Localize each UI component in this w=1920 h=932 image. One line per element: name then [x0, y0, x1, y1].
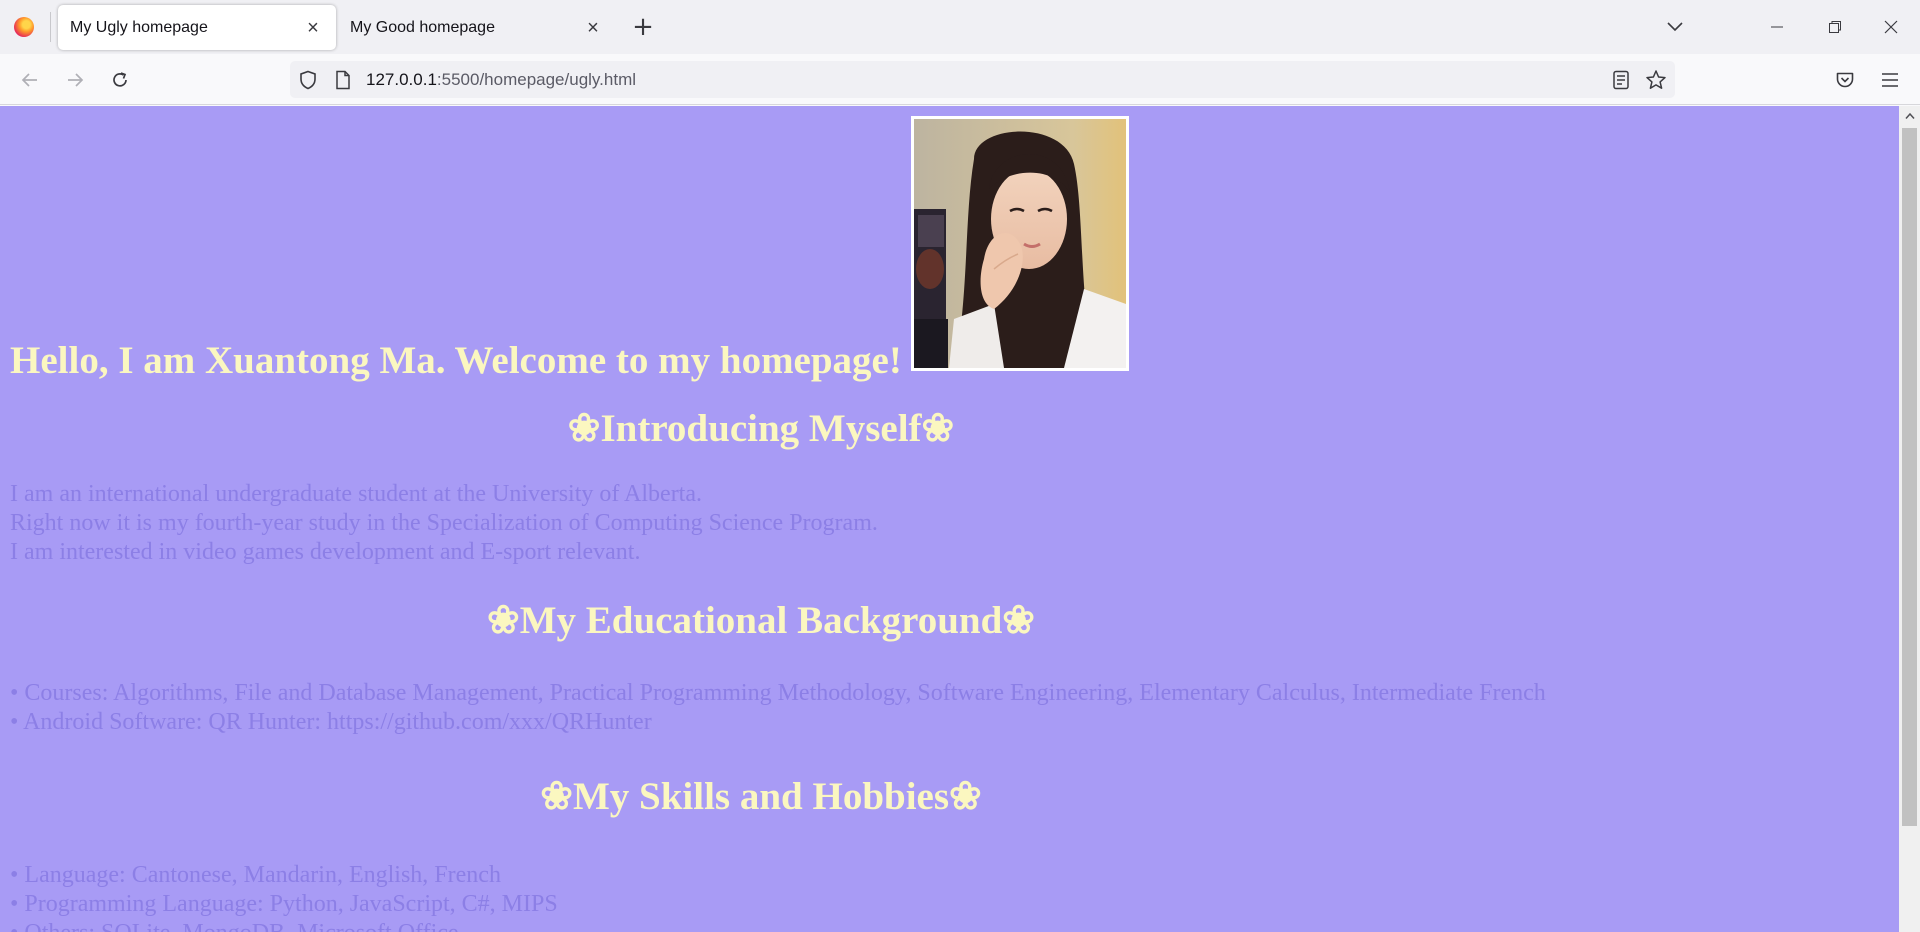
firefox-logo-icon[interactable]	[14, 17, 34, 37]
tab-title: My Good homepage	[350, 18, 495, 36]
page-title: Hello, I am Xuantong Ma. Welcome to my h…	[10, 339, 902, 382]
page-icon[interactable]	[332, 69, 354, 91]
close-icon[interactable]: ×	[582, 17, 604, 39]
list-item: • Courses: Algorithms, File and Database…	[10, 680, 1546, 706]
address-bar[interactable]: 127.0.0.1:5500/homepage/ugly.html	[290, 61, 1675, 98]
list-item: • Language: Cantonese, Mandarin, English…	[10, 862, 501, 888]
scrollbar-thumb[interactable]	[1902, 128, 1917, 826]
profile-photo	[911, 116, 1129, 371]
list-item: • Android Software: QR Hunter: https://g…	[10, 709, 652, 735]
forward-icon[interactable]	[61, 66, 89, 94]
tab-title: My Ugly homepage	[70, 18, 208, 36]
list-item: • Programming Language: Python, JavaScri…	[10, 891, 558, 917]
pocket-icon[interactable]	[1831, 66, 1859, 94]
tab-separator	[50, 12, 51, 42]
section-heading-skills: ❀My Skills and Hobbies❀	[540, 775, 982, 818]
restore-icon[interactable]	[1822, 14, 1848, 40]
section-heading-introduction: ❀Introducing Myself❀	[567, 407, 955, 450]
close-icon[interactable]: ×	[302, 17, 324, 39]
education-list: • Courses: Algorithms, File and Database…	[10, 679, 1546, 737]
tab-ugly-homepage[interactable]: My Ugly homepage ×	[58, 5, 336, 50]
portrait-image	[914, 119, 1126, 368]
introduction-text: I am an international undergraduate stud…	[10, 480, 878, 567]
close-window-icon[interactable]	[1878, 14, 1904, 40]
list-all-tabs-icon[interactable]	[1662, 14, 1688, 40]
page-viewport: Hello, I am Xuantong Ma. Welcome to my h…	[0, 106, 1899, 932]
tab-good-homepage[interactable]: My Good homepage ×	[338, 5, 616, 50]
skills-list: • Language: Cantonese, Mandarin, English…	[10, 861, 558, 932]
shield-icon[interactable]	[297, 69, 319, 91]
url-path: :5500/homepage/ugly.html	[436, 70, 637, 89]
url-host: 127.0.0.1	[366, 70, 437, 89]
minimize-icon[interactable]	[1764, 14, 1790, 40]
url-text[interactable]: 127.0.0.1:5500/homepage/ugly.html	[366, 70, 636, 90]
menu-icon[interactable]	[1876, 66, 1904, 94]
tab-strip: My Ugly homepage × My Good homepage × +	[0, 0, 1920, 54]
text-line: I am interested in video games developme…	[10, 539, 641, 565]
list-item: • Others: SQLite, MongoDB, Microsoft Off…	[10, 919, 558, 932]
back-icon[interactable]	[16, 66, 44, 94]
text-line: I am an international undergraduate stud…	[10, 481, 703, 507]
section-heading-education: ❀My Educational Background❀	[487, 599, 1035, 642]
vertical-scrollbar[interactable]	[1899, 106, 1920, 932]
scroll-up-icon[interactable]	[1899, 106, 1920, 126]
reader-view-icon[interactable]	[1610, 69, 1632, 91]
navigation-toolbar: 127.0.0.1:5500/homepage/ugly.html	[0, 54, 1920, 105]
bookmark-star-icon[interactable]	[1645, 69, 1667, 91]
text-line: Right now it is my fourth-year study in …	[10, 510, 878, 536]
reload-icon[interactable]	[106, 66, 134, 94]
new-tab-icon[interactable]: +	[630, 14, 656, 40]
